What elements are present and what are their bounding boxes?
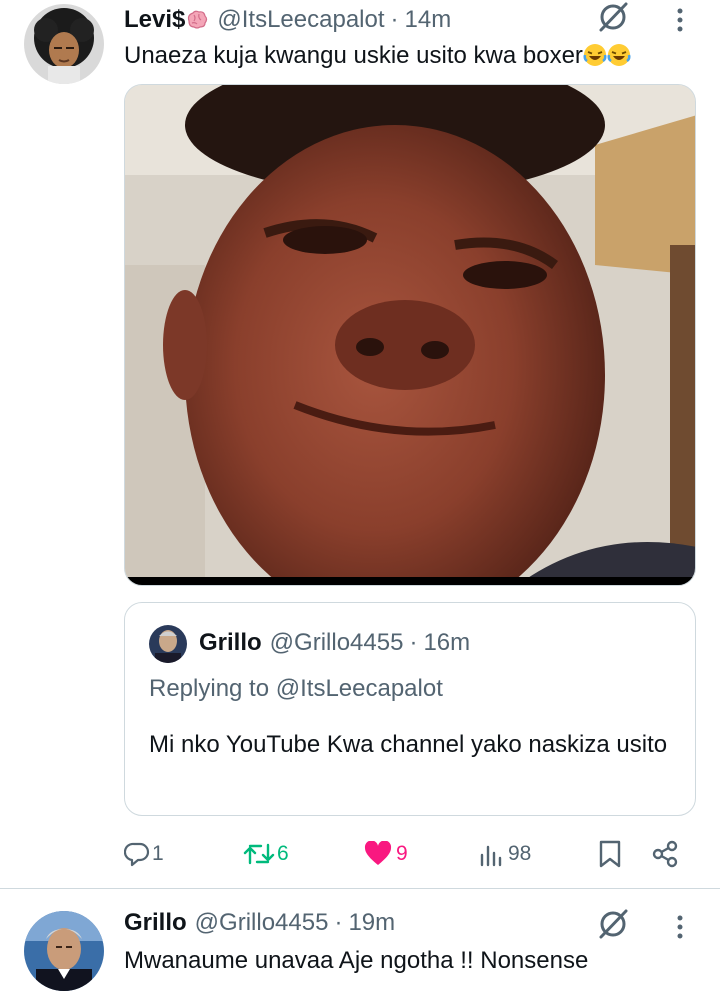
views-count: 98 xyxy=(508,842,532,865)
avatar[interactable] xyxy=(24,4,104,84)
user-handle[interactable]: @ItsLeecapalot xyxy=(217,6,384,34)
share-icon xyxy=(652,840,680,868)
more-icon[interactable] xyxy=(674,2,686,36)
tweet-header: Levi$ @ItsLeecapalot · 14m xyxy=(124,6,451,34)
retweet-count: 6 xyxy=(277,842,289,865)
action-bar: 1 6 9 98 xyxy=(0,834,720,874)
share-button[interactable] xyxy=(652,834,680,874)
tweet-text-content: Unaeza kuja kwangu uskie usito kwa boxer xyxy=(124,42,583,69)
quoted-tweet-text: Mi nko YouTube Kwa channel yako naskiza … xyxy=(149,731,668,758)
bookmark-icon xyxy=(598,840,622,868)
views-icon xyxy=(480,841,504,867)
tweet-image[interactable] xyxy=(124,84,696,586)
like-button[interactable]: 9 xyxy=(364,834,408,874)
tweet-header: Grillo @Grillo4455 · 19m xyxy=(124,909,395,937)
avatar[interactable] xyxy=(24,911,104,991)
reply-count: 1 xyxy=(152,842,164,865)
retweet-icon xyxy=(243,841,275,867)
display-name[interactable]: Grillo xyxy=(199,629,262,657)
user-handle[interactable]: @Grillo4455 xyxy=(270,629,404,657)
quoted-tweet[interactable]: Grillo @Grillo4455 · 16m Replying to @It… xyxy=(124,602,696,816)
like-count: 9 xyxy=(396,842,408,865)
display-name[interactable]: Levi$ xyxy=(124,6,185,34)
timestamp[interactable]: 14m xyxy=(405,6,452,34)
grok-icon[interactable] xyxy=(596,907,630,941)
display-name[interactable]: Grillo xyxy=(124,909,187,937)
tweet[interactable]: Levi$ @ItsLeecapalot · 14m Unaeza kuja k… xyxy=(0,0,720,888)
quoted-tweet-header: Grillo @Grillo4455 · 16m xyxy=(199,629,470,657)
reply-button[interactable]: 1 xyxy=(124,834,164,874)
bookmark-button[interactable] xyxy=(598,834,622,874)
avatar[interactable] xyxy=(149,625,187,663)
separator-dot: · xyxy=(390,6,399,33)
laughing-emoji xyxy=(607,43,631,67)
timestamp[interactable]: 16m xyxy=(423,629,470,657)
separator-dot: · xyxy=(409,629,418,656)
grok-icon[interactable] xyxy=(596,0,630,34)
tweet-text: Mwanaume unavaa Aje ngotha !! Nonsense xyxy=(124,947,589,974)
retweet-button[interactable]: 6 xyxy=(243,834,289,874)
timestamp[interactable]: 19m xyxy=(348,909,395,937)
separator-dot: · xyxy=(334,909,343,936)
brain-emoji xyxy=(185,8,209,32)
tweet-text: Unaeza kuja kwangu uskie usito kwa boxer xyxy=(124,42,631,70)
views-button[interactable]: 98 xyxy=(480,834,531,874)
more-icon[interactable] xyxy=(674,909,686,943)
reply-icon xyxy=(124,841,150,867)
user-handle[interactable]: @Grillo4455 xyxy=(195,909,329,937)
tweet[interactable]: Grillo @Grillo4455 · 19m Mwanaume unavaa… xyxy=(0,889,720,991)
heart-icon xyxy=(364,841,392,867)
replying-to[interactable]: Replying to @ItsLeecapalot xyxy=(149,675,443,703)
laughing-emoji xyxy=(583,43,607,67)
